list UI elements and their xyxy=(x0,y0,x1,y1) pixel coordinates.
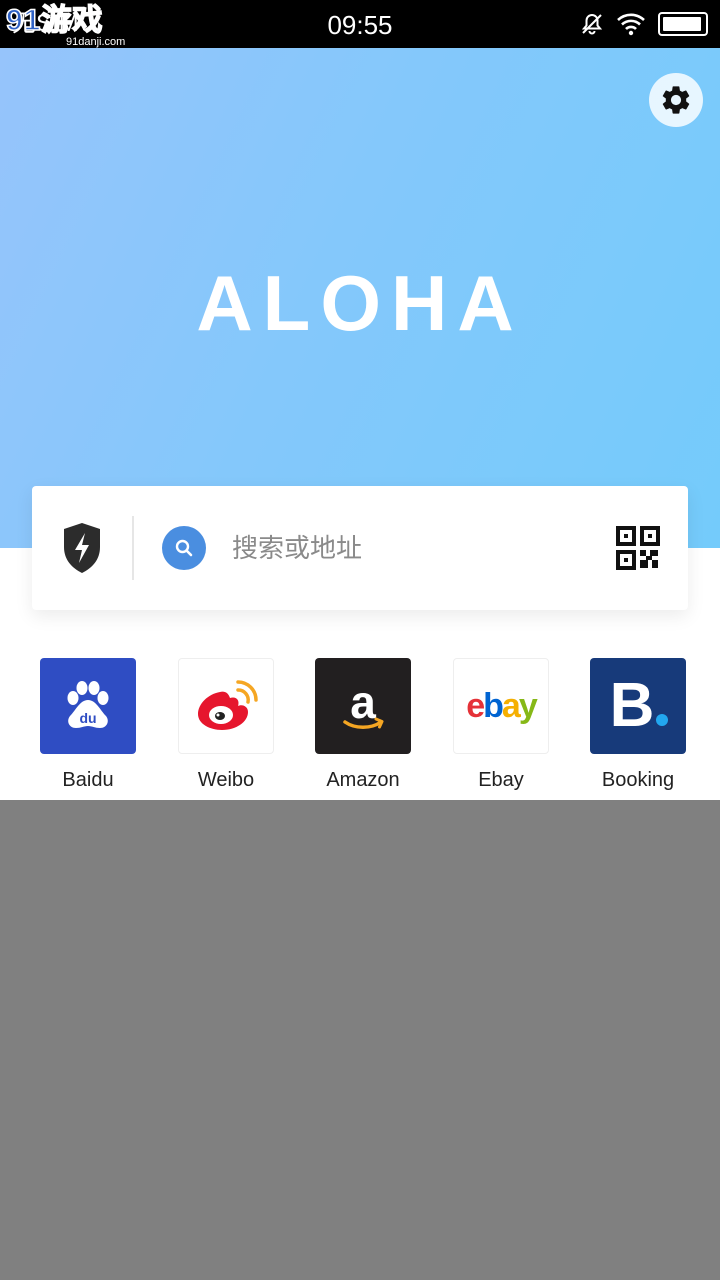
amazon-a-icon: a xyxy=(315,658,411,754)
aloha-logo: ALOHA xyxy=(196,259,524,347)
content-overlay xyxy=(0,800,720,1280)
search-bar xyxy=(32,486,688,610)
quick-link-baidu[interactable]: du Baidu xyxy=(38,656,138,796)
quick-links: du Baidu Weibo a Amazon ebay Ebay B Book… xyxy=(0,656,720,800)
bell-muted-icon xyxy=(581,13,603,35)
quick-link-label: Weibo xyxy=(197,769,255,791)
status-bar: 无SIM 09:55 xyxy=(0,0,720,48)
search-button[interactable] xyxy=(162,526,206,570)
quick-link-label: Baidu xyxy=(62,769,114,791)
quick-link-weibo[interactable]: Weibo xyxy=(176,656,276,796)
booking-b-icon: B xyxy=(590,658,686,754)
quick-link-label: Ebay xyxy=(478,769,524,791)
status-icons xyxy=(580,12,708,36)
quick-link-amazon[interactable]: a Amazon xyxy=(313,656,413,796)
weibo-eye-icon xyxy=(178,658,274,754)
settings-button[interactable] xyxy=(649,73,703,127)
quick-link-label: Amazon xyxy=(326,769,400,791)
wifi-icon xyxy=(617,13,645,36)
svg-text:du: du xyxy=(79,710,96,726)
svg-text:a: a xyxy=(350,676,376,728)
shield-bolt-icon[interactable] xyxy=(62,521,102,575)
gear-icon xyxy=(662,86,690,114)
quick-link-label: Booking xyxy=(601,769,675,791)
battery-icon xyxy=(658,12,708,36)
baidu-paw-icon: du xyxy=(40,658,136,754)
quick-link-ebay[interactable]: ebay Ebay xyxy=(451,656,551,796)
magnifier-icon xyxy=(175,539,193,557)
ebay-logo-icon: ebay xyxy=(453,658,549,754)
quick-link-booking[interactable]: B Booking xyxy=(588,656,688,796)
search-divider xyxy=(132,516,134,580)
search-input[interactable] xyxy=(232,526,592,570)
qr-code-icon[interactable] xyxy=(616,526,660,570)
